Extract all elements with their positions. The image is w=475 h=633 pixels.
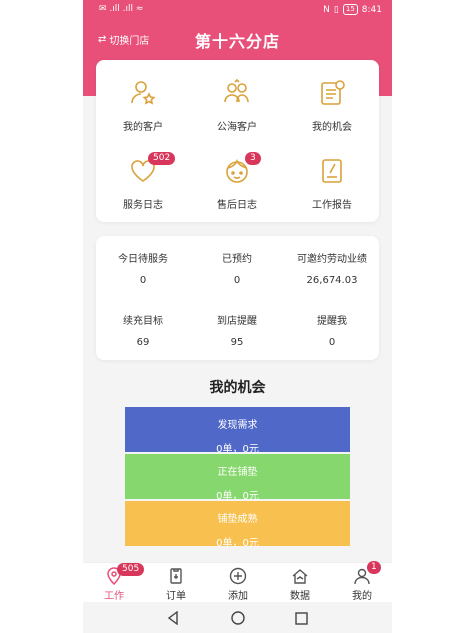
menu-item-service-log[interactable]: 502 服务日志 xyxy=(96,152,190,211)
battery-level: 15 xyxy=(342,4,358,15)
customer-group-icon xyxy=(222,78,252,108)
opportunity-laying-groundwork[interactable]: 正在铺垫 0单，0元 xyxy=(125,454,350,502)
menu-label: 工作报告 xyxy=(312,200,352,211)
stat-label: 已预约 xyxy=(222,254,252,265)
work-icon: 505 xyxy=(105,563,145,586)
status-right: N ▯ 15 8:41 xyxy=(323,4,382,15)
tab-label: 工作 xyxy=(104,591,124,602)
tab-label: 数据 xyxy=(290,591,310,602)
bottom-tab-bar: 505 工作 订单 添加 数据 1 我的 xyxy=(83,561,392,602)
stat-invitable-performance[interactable]: 可邀约劳动业绩 26,674.03 xyxy=(285,250,379,286)
order-icon xyxy=(167,567,185,585)
stat-value: 95 xyxy=(230,337,244,348)
menu-item-work-report[interactable]: 工作报告 xyxy=(285,156,379,211)
add-circle-icon xyxy=(229,567,247,585)
menu-item-aftersales-log[interactable]: 3 售后日志 xyxy=(190,152,284,211)
stat-booked[interactable]: 已预约 0 xyxy=(190,250,284,286)
stat-label: 今日待服务 xyxy=(118,254,168,265)
app-screen: ✉ .ıll .ıll ≈ N ▯ 15 8:41 ⇄ 切换门店 第十六分店 我… xyxy=(83,0,392,633)
work-badge: 505 xyxy=(117,563,145,576)
stat-remind-me[interactable]: 提醒我 0 xyxy=(285,312,379,348)
tab-add[interactable]: 添加 xyxy=(207,567,269,602)
system-nav-bar xyxy=(83,602,392,633)
status-time: 8:41 xyxy=(361,4,382,15)
status-bar: ✉ .ıll .ıll ≈ N ▯ 15 8:41 xyxy=(83,0,392,22)
back-icon[interactable] xyxy=(167,610,179,629)
section-title: 我的机会 xyxy=(209,380,266,396)
menu-card: 我的客户 公海客户 我的机会 502 服务日志 3 售后日志 工作报告 xyxy=(96,60,379,222)
service-log-badge: 502 xyxy=(148,152,176,165)
status-left: ✉ .ıll .ıll ≈ xyxy=(99,4,143,14)
stat-value: 0 xyxy=(139,275,147,286)
stat-value: 0 xyxy=(328,337,336,348)
nfc-icon: N xyxy=(323,4,330,15)
tab-orders[interactable]: 订单 xyxy=(145,567,207,602)
opportunity-label: 正在铺垫 xyxy=(217,467,258,478)
opportunity-count: 0单，0元 xyxy=(216,538,259,549)
person-icon: 1 xyxy=(353,561,381,585)
menu-label: 服务日志 xyxy=(123,200,163,211)
stat-value: 26,674.03 xyxy=(306,275,358,286)
recents-icon[interactable] xyxy=(295,610,308,629)
home-data-icon xyxy=(291,567,309,585)
tab-mine[interactable]: 1 我的 xyxy=(331,561,392,602)
stat-arrival-reminder[interactable]: 到店提醒 95 xyxy=(190,312,284,348)
menu-label: 我的客户 xyxy=(123,122,163,133)
menu-label: 售后日志 xyxy=(217,200,257,211)
stat-value: 69 xyxy=(136,337,150,348)
face-icon: 3 xyxy=(222,152,261,186)
tab-label: 订单 xyxy=(166,591,186,602)
status-signal-text: ✉ .ıll .ıll ≈ xyxy=(99,4,144,14)
stat-label: 续充目标 xyxy=(123,316,163,327)
opportunity-label: 发现需求 xyxy=(217,420,258,431)
opportunity-discover-needs[interactable]: 发现需求 0单，0元 xyxy=(125,407,350,455)
menu-item-my-customers[interactable]: 我的客户 xyxy=(96,78,190,133)
tab-label: 添加 xyxy=(228,591,248,602)
report-icon xyxy=(317,156,347,186)
opportunity-count: 0单，0元 xyxy=(216,444,259,455)
mine-badge: 1 xyxy=(367,561,381,574)
opportunity-count: 0单，0元 xyxy=(216,491,259,502)
heart-icon: 502 xyxy=(128,152,176,186)
tab-data[interactable]: 数据 xyxy=(269,567,331,602)
stat-label: 提醒我 xyxy=(317,316,347,327)
menu-item-my-opportunities[interactable]: 我的机会 xyxy=(285,78,379,133)
nav-bar: ⇄ 切换门店 第十六分店 xyxy=(83,24,392,54)
menu-label: 我的机会 xyxy=(312,122,352,133)
stat-label: 可邀约劳动业绩 xyxy=(297,254,367,265)
stats-card: 今日待服务 0 已预约 0 可邀约劳动业绩 26,674.03 续充目标 69 … xyxy=(96,236,379,360)
stat-label: 到店提醒 xyxy=(217,316,257,327)
tab-work[interactable]: 505 工作 xyxy=(83,563,145,602)
menu-label: 公海客户 xyxy=(217,122,257,133)
opportunity-groundwork-mature[interactable]: 铺垫成熟 0单，0元 xyxy=(125,501,350,549)
stat-recharge-target[interactable]: 续充目标 69 xyxy=(96,312,190,348)
menu-item-public-customers[interactable]: 公海客户 xyxy=(190,78,284,133)
opportunity-icon xyxy=(317,78,347,108)
aftersales-log-badge: 3 xyxy=(245,152,261,165)
customer-star-icon xyxy=(128,78,158,108)
opportunity-label: 铺垫成熟 xyxy=(217,514,258,525)
vibrate-icon: ▯ xyxy=(333,4,339,15)
tab-label: 我的 xyxy=(352,591,372,602)
home-icon[interactable] xyxy=(231,610,245,629)
stat-value: 0 xyxy=(233,275,241,286)
stat-today-pending[interactable]: 今日待服务 0 xyxy=(96,250,190,286)
page-title: 第十六分店 xyxy=(194,32,280,51)
